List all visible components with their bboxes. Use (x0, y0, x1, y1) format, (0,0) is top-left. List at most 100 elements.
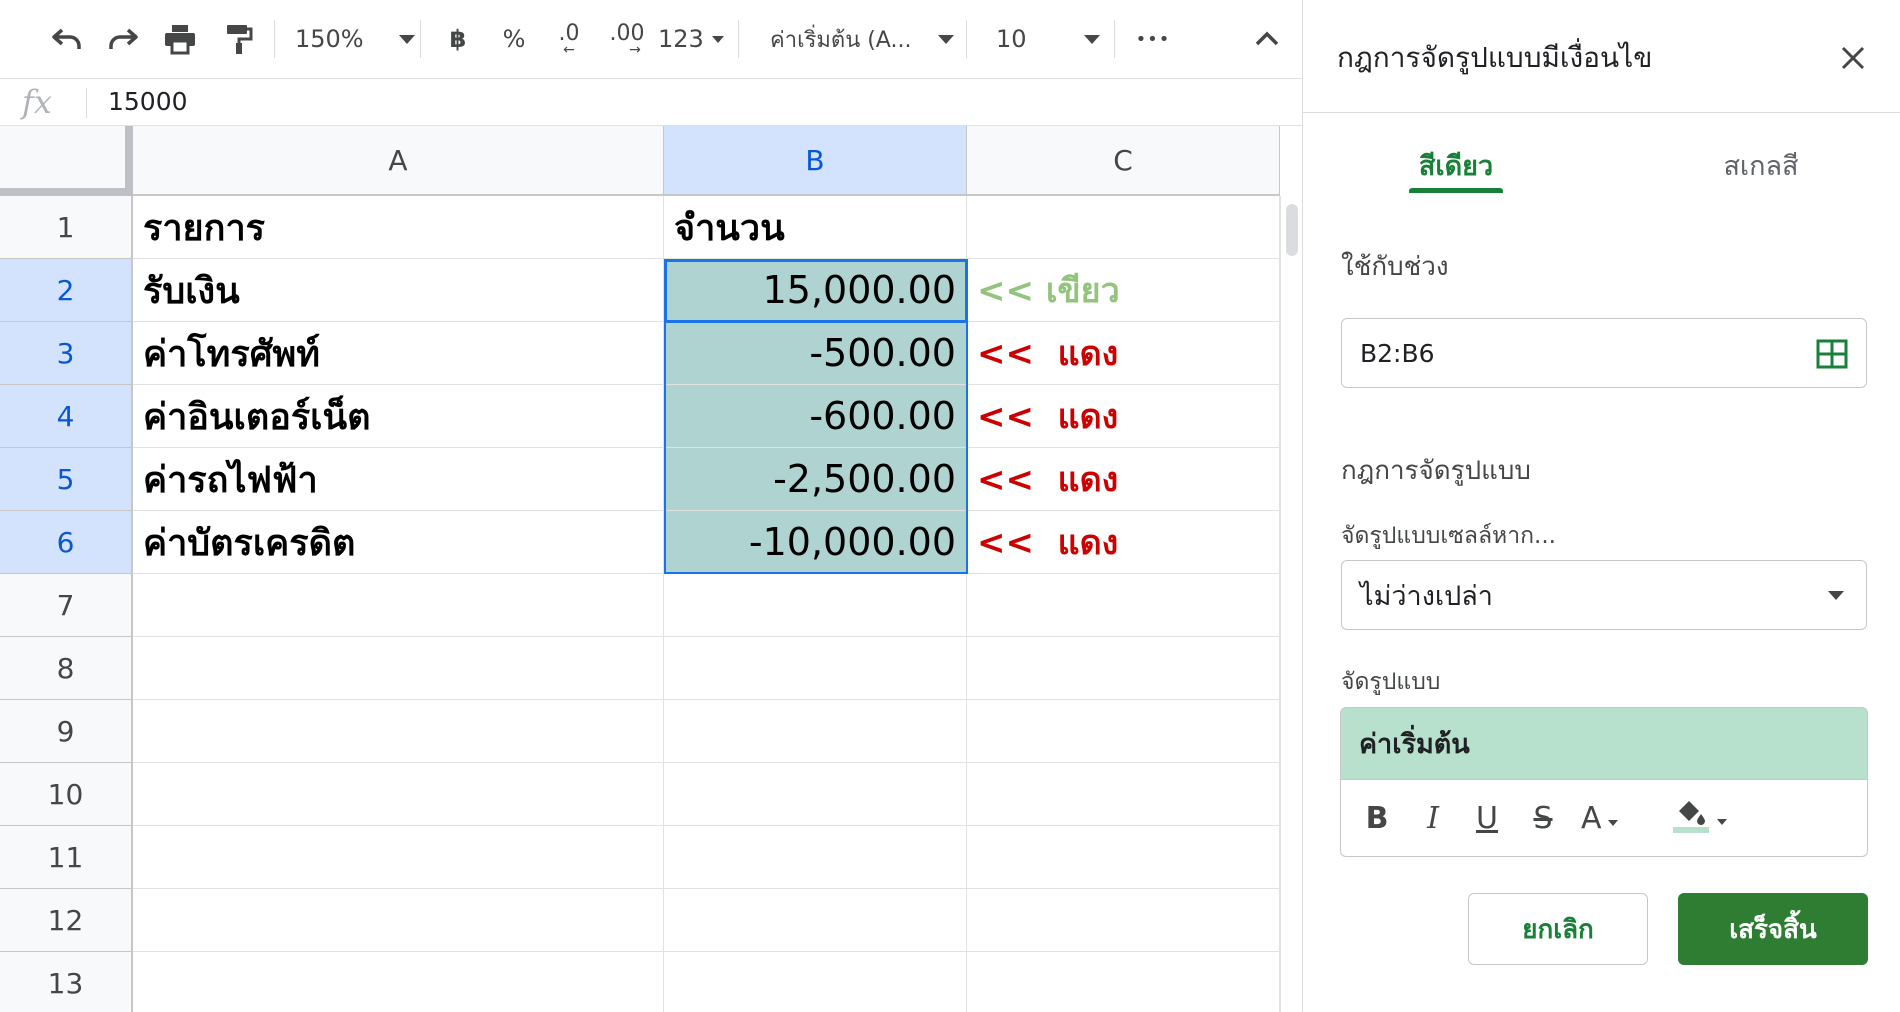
row-header[interactable]: 8 (0, 637, 133, 700)
cell-a11[interactable] (133, 826, 664, 889)
apply-to-range-label: ใช้กับช่วง (1341, 252, 1449, 282)
row-header[interactable]: 12 (0, 889, 133, 952)
tab-single-color[interactable]: สีเดียว (1393, 144, 1519, 192)
row-header[interactable]: 7 (0, 574, 133, 637)
cell-a6[interactable]: ค่าบัตรเครดิต (133, 511, 664, 574)
row-header[interactable]: 13 (0, 952, 133, 1012)
underline-button[interactable]: U (1469, 798, 1505, 838)
cell-b1[interactable]: จำนวน (664, 196, 967, 259)
paint-format-icon[interactable] (216, 14, 262, 64)
scrollbar-thumb[interactable] (1286, 204, 1298, 256)
select-range-icon[interactable] (1816, 339, 1848, 375)
decrease-decimal-button[interactable]: .0 ← (546, 14, 592, 64)
column-header-a[interactable]: A (133, 126, 664, 196)
chevron-down-icon (1084, 34, 1100, 44)
row-header[interactable]: 2 (0, 259, 133, 322)
increase-decimal-button[interactable]: .00 → (602, 14, 652, 64)
percent-format-button[interactable]: % (494, 14, 534, 64)
cell-b8[interactable] (664, 637, 967, 700)
font-size-select[interactable]: 10 (996, 14, 1100, 64)
zoom-select[interactable]: 150% (295, 14, 415, 64)
format-style-preview[interactable]: ค่าเริ่มต้น (1340, 707, 1868, 779)
formula-input[interactable]: 15000 (108, 87, 188, 116)
range-input[interactable]: B2:B6 (1341, 318, 1867, 388)
tab-color-scale[interactable]: สเกลสี (1693, 144, 1829, 192)
condition-select[interactable]: ไม่ว่างเปล่า (1341, 560, 1867, 630)
row-header[interactable]: 1 (0, 196, 133, 259)
cancel-button[interactable]: ยกเลิก (1468, 893, 1648, 965)
cell-a10[interactable] (133, 763, 664, 826)
paint-bucket-icon (1671, 794, 1711, 842)
fill-color-button[interactable] (1671, 798, 1737, 838)
range-value: B2:B6 (1360, 338, 1435, 368)
cell-c4[interactable]: << แดง (967, 385, 1280, 448)
cell-a8[interactable] (133, 637, 664, 700)
cell-a5[interactable]: ค่ารถไฟฟ้า (133, 448, 664, 511)
cell-c7[interactable] (967, 574, 1280, 637)
cell-b13[interactable] (664, 952, 967, 1012)
cell-c13[interactable] (967, 952, 1280, 1012)
strikethrough-button[interactable]: S (1525, 798, 1561, 838)
cell-b6[interactable]: -10,000.00 (664, 511, 967, 574)
row-header[interactable]: 4 (0, 385, 133, 448)
cell-c9[interactable] (967, 700, 1280, 763)
cell-a9[interactable] (133, 700, 664, 763)
cell-c1[interactable] (967, 196, 1280, 259)
cell-b11[interactable] (664, 826, 967, 889)
cell-b5[interactable]: -2,500.00 (664, 448, 967, 511)
cell-a3[interactable]: ค่าโทรศัพท์ (133, 322, 664, 385)
formula-bar: fx 15000 (0, 78, 1302, 126)
cell-a4[interactable]: ค่าอินเตอร์เน็ต (133, 385, 664, 448)
number-format-select[interactable]: 123 (658, 14, 724, 64)
print-icon[interactable] (157, 14, 203, 64)
fx-icon: fx (22, 83, 52, 121)
row-header[interactable]: 5 (0, 448, 133, 511)
cell-c6[interactable]: << แดง (967, 511, 1280, 574)
cell-a13[interactable] (133, 952, 664, 1012)
redo-icon[interactable] (100, 14, 146, 64)
collapse-toolbar-icon[interactable] (1244, 14, 1290, 64)
conditional-format-panel: กฎการจัดรูปแบบมีเงื่อนไข สีเดียว สเกลสี … (1302, 0, 1900, 1012)
cell-b2[interactable]: 15,000.00 (664, 259, 967, 322)
chevron-down-icon (938, 34, 954, 44)
column-header-c[interactable]: C (967, 126, 1280, 196)
bold-button[interactable]: B (1359, 798, 1395, 838)
cell-b9[interactable] (664, 700, 967, 763)
close-icon[interactable] (1833, 38, 1873, 78)
font-select[interactable]: ค่าเริ่มต้น (A... (770, 14, 954, 64)
cell-b12[interactable] (664, 889, 967, 952)
undo-icon[interactable] (44, 14, 90, 64)
cell-c12[interactable] (967, 889, 1280, 952)
cell-b3[interactable]: -500.00 (664, 322, 967, 385)
currency-format-button[interactable]: ฿ (438, 14, 478, 64)
row-header[interactable]: 3 (0, 322, 133, 385)
cell-a7[interactable] (133, 574, 664, 637)
cell-a1[interactable]: รายการ (133, 196, 664, 259)
cell-c11[interactable] (967, 826, 1280, 889)
preview-text: ค่าเริ่มต้น (1359, 729, 1470, 760)
cell-c3[interactable]: << แดง (967, 322, 1280, 385)
text-color-button[interactable]: A (1581, 798, 1641, 838)
column-header-b[interactable]: B (664, 126, 967, 196)
cell-c8[interactable] (967, 637, 1280, 700)
cell-c2[interactable]: << เขียว (967, 259, 1280, 322)
vertical-scrollbar[interactable] (1280, 196, 1302, 1012)
row-header[interactable]: 6 (0, 511, 133, 574)
cell-c5[interactable]: << แดง (967, 448, 1280, 511)
row-header[interactable]: 9 (0, 700, 133, 763)
cell-a12[interactable] (133, 889, 664, 952)
select-all-corner[interactable] (0, 126, 133, 196)
condition-value: ไม่ว่างเปล่า (1360, 580, 1493, 612)
cell-b10[interactable] (664, 763, 967, 826)
chevron-down-icon (1828, 591, 1844, 600)
italic-button[interactable]: I (1415, 798, 1451, 838)
done-button[interactable]: เสร็จสิ้น (1678, 893, 1868, 965)
row-header[interactable]: 10 (0, 763, 133, 826)
style-toolbar: B I U S A (1340, 779, 1868, 857)
cell-b4[interactable]: -600.00 (664, 385, 967, 448)
cell-b7[interactable] (664, 574, 967, 637)
cell-c10[interactable] (967, 763, 1280, 826)
row-header[interactable]: 11 (0, 826, 133, 889)
more-options-icon[interactable]: ••• (1128, 14, 1178, 64)
cell-a2[interactable]: รับเงิน (133, 259, 664, 322)
